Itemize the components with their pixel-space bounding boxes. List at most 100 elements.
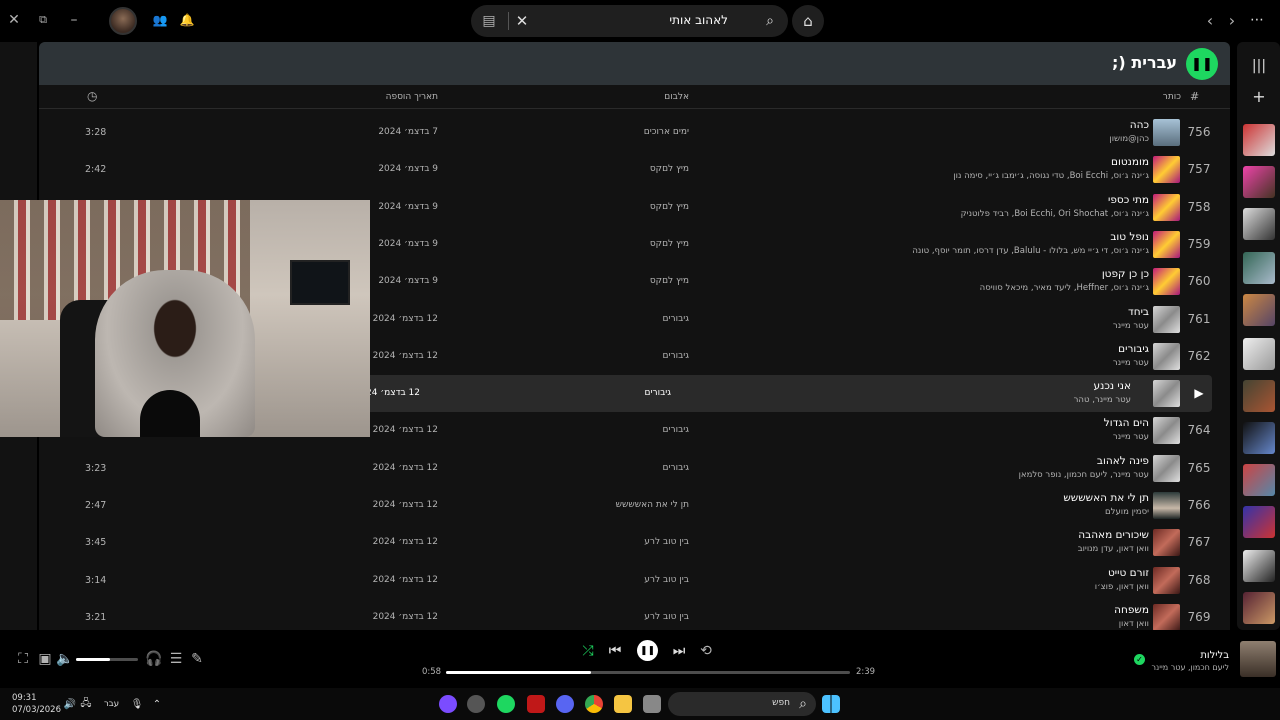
track-artist[interactable]: עטר מיינר, טהר <box>1074 395 1131 405</box>
track-artist[interactable]: ג׳ינה ג׳וס, Boi Ecchi, טדי נגוסה, ג׳ימבו… <box>953 171 1149 181</box>
track-cover[interactable] <box>1153 230 1180 258</box>
bell-icon[interactable]: 🔔 <box>179 12 195 28</box>
track-cover[interactable] <box>1153 156 1180 184</box>
track-artist[interactable]: עטר מיינר <box>1113 358 1149 368</box>
track-artist[interactable]: ג׳ינה ג׳וס, Heffner, ליעד מאיר, מיכאל סו… <box>980 283 1149 293</box>
track-artist[interactable]: יסמין מועלם <box>1105 507 1149 517</box>
friends-icon[interactable]: 👥 <box>152 12 168 28</box>
track-artist[interactable]: כהן@מושון <box>1109 134 1149 144</box>
now-playing-artist[interactable]: ליעם חכמון, עטר מיינר <box>1151 663 1229 672</box>
miniplayer-icon[interactable]: ▣ <box>38 651 52 667</box>
clear-search-icon[interactable]: ✕ <box>513 12 531 30</box>
avatar[interactable] <box>109 7 137 35</box>
track-artist[interactable]: וואן דאון, פוצ׳ו <box>1095 582 1149 592</box>
track-title[interactable]: גיבורים <box>1118 343 1149 355</box>
library-item[interactable] <box>1243 592 1275 624</box>
volume-icon[interactable]: 🔈 <box>56 651 73 667</box>
progress-bar[interactable] <box>446 671 850 674</box>
track-title[interactable]: נופל טוב <box>1110 231 1149 243</box>
track-title[interactable]: משפחה <box>1114 604 1149 616</box>
track-cover[interactable] <box>1153 566 1180 594</box>
forward-icon[interactable]: › <box>1224 11 1240 30</box>
taskbar-search[interactable]: חפש ⌕ <box>668 692 816 716</box>
library-item[interactable] <box>1243 380 1275 412</box>
header-index[interactable]: # <box>1190 90 1199 103</box>
track-cover[interactable] <box>1153 529 1180 557</box>
library-item[interactable] <box>1243 506 1275 538</box>
track-album[interactable]: גיבורים <box>645 388 671 398</box>
track-title[interactable]: כן כן קפטן <box>1102 268 1149 280</box>
header-album[interactable]: אלבום <box>664 92 689 102</box>
track-album[interactable]: מיץ לםקס <box>650 164 689 174</box>
track-title[interactable]: שיכורים מאהבה <box>1078 529 1149 541</box>
add-icon[interactable]: + <box>1249 87 1269 106</box>
track-row[interactable]: 767 שיכורים מאהבה וואן דאון, עדן מנויוב בין… <box>39 524 1230 561</box>
track-cover[interactable] <box>1153 342 1180 370</box>
library-item[interactable] <box>1243 550 1275 582</box>
track-album[interactable]: בין טוב לרע <box>644 575 689 585</box>
track-cover[interactable] <box>1153 305 1180 333</box>
close-icon[interactable]: ✕ <box>6 12 22 28</box>
saved-check-icon[interactable]: ✓ <box>1134 654 1145 665</box>
header-date-added[interactable]: תאריך הוספה <box>386 92 438 102</box>
app-icon[interactable] <box>439 695 457 713</box>
library-icon[interactable]: ||| <box>1249 58 1269 74</box>
fullscreen-icon[interactable]: ⛶ <box>16 651 30 667</box>
library-item[interactable] <box>1243 252 1275 284</box>
track-cover[interactable] <box>1153 417 1180 445</box>
track-title[interactable]: זורם טייט <box>1108 567 1149 579</box>
track-row[interactable]: 766 תן לי את האשששש יסמין מועלם תן לי את הא… <box>39 487 1230 524</box>
now-playing-title[interactable]: בלילות <box>1200 650 1229 661</box>
chrome-icon[interactable] <box>585 695 603 713</box>
library-item[interactable] <box>1243 208 1275 240</box>
track-title[interactable]: הים הגדול <box>1104 417 1149 429</box>
track-title[interactable]: פינה לאהוב <box>1097 455 1149 467</box>
search-input[interactable]: לאהוב אותי <box>669 13 728 27</box>
track-album[interactable]: מיץ לםקס <box>650 276 689 286</box>
track-artist[interactable]: וואן דאון, עדן מנויוב <box>1078 544 1149 554</box>
network-icon[interactable]: 🖧 <box>80 698 92 710</box>
track-row[interactable]: 757 מומנטום ג׳ינה ג׳וס, Boi Ecchi, טדי נגו… <box>39 151 1230 188</box>
track-artist[interactable]: ג׳ינה ג׳וס, די ג׳יי משׁ, בלולו - Balulu,… <box>912 246 1149 256</box>
more-icon[interactable]: ⋯ <box>1248 12 1266 28</box>
track-album[interactable]: גיבורים <box>663 351 689 361</box>
app-icon[interactable] <box>643 695 661 713</box>
volume-slider[interactable] <box>76 658 138 661</box>
track-title[interactable]: מומנטום <box>1111 156 1149 168</box>
play-pause-button[interactable]: ❚❚ <box>637 640 658 661</box>
folder-icon[interactable] <box>614 695 632 713</box>
track-row[interactable]: 756 כהה כהן@מושון ימים ארוכים 7 בדצמ׳ 2024 3:… <box>39 114 1230 151</box>
discord-icon[interactable] <box>556 695 574 713</box>
language-indicator[interactable]: עבר <box>104 699 119 709</box>
track-title[interactable]: כהה <box>1130 119 1149 131</box>
track-cover[interactable] <box>1153 603 1180 630</box>
search-box[interactable]: ▤ ✕ לאהוב אותי ⌕ <box>471 5 788 37</box>
track-album[interactable]: גיבורים <box>663 314 689 324</box>
restore-icon[interactable]: ⧉ <box>35 12 51 28</box>
track-title[interactable]: אני נכנע <box>1094 380 1131 392</box>
track-artist[interactable]: עטר מיינר, ליעם חכמון, נופר סלמאן <box>1019 470 1149 480</box>
track-cover[interactable] <box>1153 268 1180 296</box>
track-artist[interactable]: עטר מיינר <box>1113 321 1149 331</box>
track-row[interactable]: 768 זורם טייט וואן דאון, פוצ׳ו בין טוב לרע 1… <box>39 562 1230 599</box>
next-icon[interactable]: ⏭ <box>672 643 686 659</box>
track-album[interactable]: בין טוב לרע <box>644 537 689 547</box>
library-item[interactable] <box>1243 422 1275 454</box>
speaker-icon[interactable]: 🔊 <box>64 698 76 710</box>
chevron-up-icon[interactable]: ⌃ <box>151 698 163 710</box>
lyrics-icon[interactable]: ✎ <box>190 651 204 667</box>
play-row-icon[interactable]: ▶ <box>1179 386 1219 400</box>
track-artist[interactable]: וואן דאון <box>1119 619 1149 629</box>
track-album[interactable]: מיץ לםקס <box>650 239 689 249</box>
track-title[interactable]: תן לי את האשששש <box>1063 492 1149 504</box>
library-item[interactable] <box>1243 338 1275 370</box>
track-cover[interactable] <box>1153 380 1180 408</box>
track-album[interactable]: גיבורים <box>663 425 689 435</box>
library-item[interactable] <box>1243 464 1275 496</box>
track-album[interactable]: בין טוב לרע <box>644 612 689 622</box>
header-title[interactable]: כותר <box>1163 92 1181 102</box>
track-album[interactable]: גיבורים <box>663 463 689 473</box>
app-icon[interactable] <box>527 695 545 713</box>
track-cover[interactable] <box>1153 193 1180 221</box>
track-artist[interactable]: עטר מיינר <box>1113 432 1149 442</box>
